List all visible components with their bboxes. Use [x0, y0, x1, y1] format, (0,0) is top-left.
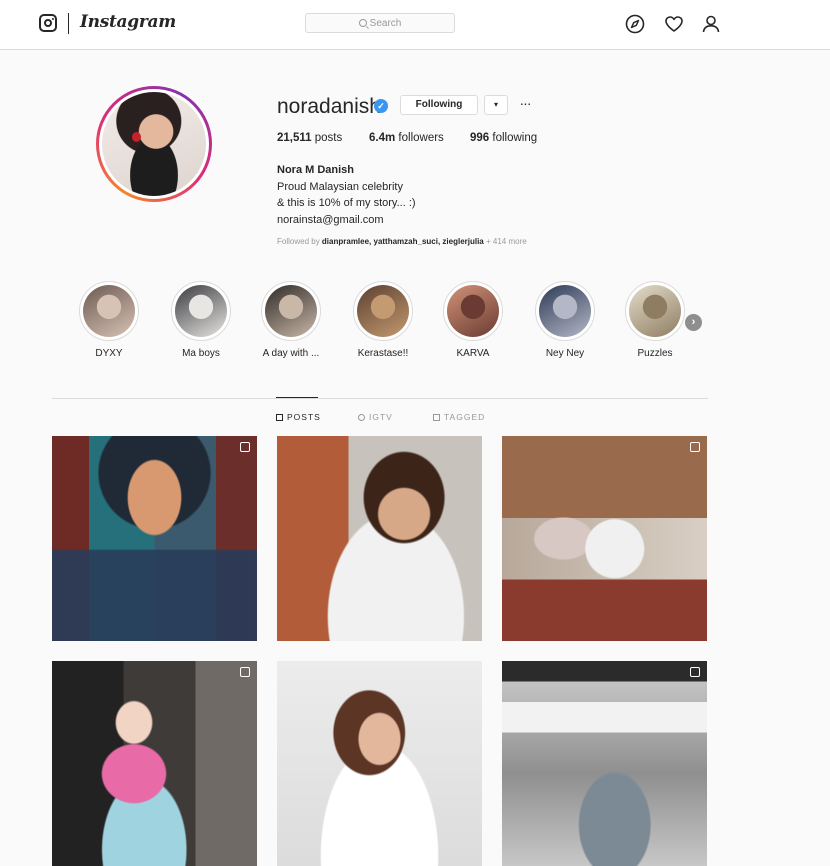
tag-icon	[433, 414, 440, 421]
stat-following[interactable]: 996 following	[470, 132, 537, 144]
instagram-wordmark[interactable]: Instagram	[80, 12, 176, 32]
highlight-label: Ma boys	[182, 348, 220, 359]
stat-followers[interactable]: 6.4m followers	[369, 132, 444, 144]
search-icon	[358, 19, 367, 27]
tab-tagged[interactable]: TAGGED	[433, 412, 485, 422]
multiple-photos-icon	[690, 667, 700, 677]
multiple-photos-icon	[690, 442, 700, 452]
highlight-cover-image	[357, 285, 409, 337]
highlight-cover-image	[83, 285, 135, 337]
post-thumbnail[interactable]	[502, 661, 707, 866]
followed-by-more-link[interactable]: + 414 more	[486, 237, 527, 246]
highlight-label: KARVA	[456, 348, 490, 359]
top-nav: Instagram Search	[0, 0, 830, 50]
avatar	[102, 92, 206, 196]
story-highlight[interactable]: A day with ...	[256, 281, 326, 359]
highlight-label: DYXY	[95, 348, 123, 359]
bio-email-link[interactable]: norainsta@gmail.com	[277, 212, 416, 229]
highlight-label: Ney Ney	[545, 348, 585, 359]
suggested-dropdown-button[interactable]: ▾	[484, 95, 508, 115]
stat-posts: 21,511 posts	[277, 132, 343, 144]
highlight-label: A day with ...	[262, 348, 320, 359]
highlight-cover-image	[447, 285, 499, 337]
story-highlight[interactable]: Kerastase!!	[348, 281, 418, 359]
profile-full-name: Nora M Danish	[277, 164, 355, 176]
search-input[interactable]: Search	[305, 13, 455, 33]
profile-username: noradanish	[277, 95, 381, 118]
profile-icon[interactable]	[700, 13, 722, 35]
post-thumbnail[interactable]	[277, 436, 482, 641]
highlight-cover-image	[629, 285, 681, 337]
active-tab-indicator	[276, 397, 318, 398]
profile-bio: Nora M Danish Proud Malaysian celebrity …	[277, 162, 416, 228]
highlight-label: Kerastase!!	[357, 348, 409, 359]
post-thumbnail[interactable]	[277, 661, 482, 866]
highlight-cover-image	[175, 285, 227, 337]
nav-divider	[68, 13, 69, 34]
heart-icon[interactable]	[663, 13, 685, 35]
more-options-button[interactable]: ···	[516, 95, 534, 115]
highlight-label: Puzzles	[637, 348, 673, 359]
story-highlight[interactable]: Ney Ney	[530, 281, 600, 359]
followed-by-names-link[interactable]: dianpramlee, yatthamzah_suci, zieglerjul…	[322, 237, 484, 246]
igtv-icon	[358, 414, 365, 421]
followed-by-text: Followed by dianpramlee, yatthamzah_suci…	[277, 237, 527, 246]
post-thumbnail[interactable]	[502, 436, 707, 641]
highlight-cover-image	[265, 285, 317, 337]
highlight-cover-image	[539, 285, 591, 337]
story-highlight[interactable]: DYXY	[74, 281, 144, 359]
instagram-camera-icon[interactable]	[39, 14, 57, 32]
following-button[interactable]: Following	[400, 95, 478, 115]
search-placeholder: Search	[369, 17, 402, 29]
post-thumbnail[interactable]	[52, 436, 257, 641]
tab-igtv[interactable]: IGTV	[358, 412, 393, 422]
story-highlight[interactable]: Puzzles	[620, 281, 690, 359]
grid-icon	[276, 414, 283, 421]
story-highlight[interactable]: Ma boys	[166, 281, 236, 359]
explore-compass-icon[interactable]	[624, 13, 646, 35]
multiple-photos-icon	[240, 667, 250, 677]
tab-posts[interactable]: POSTS	[276, 412, 321, 422]
highlights-next-arrow-icon[interactable]: ›	[685, 314, 702, 331]
post-thumbnail[interactable]	[52, 661, 257, 866]
multiple-photos-icon	[240, 442, 250, 452]
bio-line: & this is 10% of my story... :)	[277, 197, 416, 209]
profile-avatar-ring[interactable]	[96, 86, 212, 202]
story-highlight[interactable]: KARVA	[438, 281, 508, 359]
verified-badge-icon: ✓	[374, 99, 388, 113]
tabs-divider	[52, 398, 708, 399]
bio-line: Proud Malaysian celebrity	[277, 180, 403, 193]
